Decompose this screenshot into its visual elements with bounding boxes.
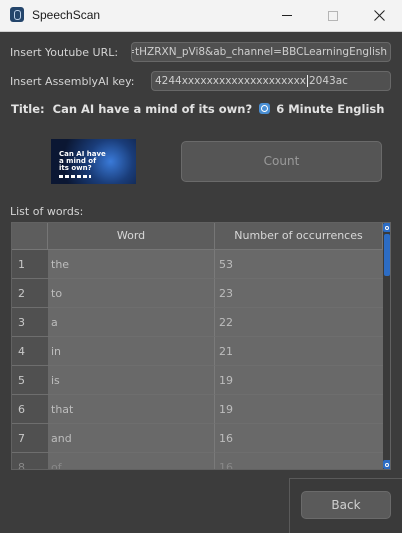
youtube-url-input[interactable]: h?v=tHZRXN_pVi8&ab_channel=BBCLearningEn… — [131, 42, 391, 62]
row-number: 6 — [12, 395, 48, 424]
count-cell[interactable]: 53 — [215, 250, 383, 279]
key-value-start: 4244xxxxxxxxxxxxxxxxxxxx — [155, 75, 306, 87]
count-cell[interactable]: 23 — [215, 279, 383, 308]
count-cell[interactable]: 21 — [215, 337, 383, 366]
row-number: 3 — [12, 308, 48, 337]
word-cell[interactable]: and — [48, 424, 215, 453]
title-label: Title: — [11, 102, 45, 116]
table-row[interactable]: 8 of 16 — [12, 453, 383, 469]
video-title-row: Title: Can AI have a mind of its own? 6 … — [11, 102, 384, 116]
count-button[interactable]: Count — [181, 141, 382, 182]
word-cell[interactable]: to — [48, 279, 215, 308]
table-corner[interactable] — [12, 223, 48, 249]
text-cursor — [307, 75, 308, 87]
column-header-word[interactable]: Word — [48, 223, 215, 249]
minimize-button[interactable] — [264, 0, 310, 31]
row-number: 5 — [12, 366, 48, 395]
word-cell[interactable]: a — [48, 308, 215, 337]
thumbnail-text: Can AI have a mind of its own? — [59, 150, 106, 172]
count-cell[interactable]: 19 — [215, 366, 383, 395]
assemblyai-key-input[interactable]: 4244xxxxxxxxxxxxxxxxxxxx 2043ac — [151, 71, 391, 91]
url-label: Insert Youtube URL: — [10, 46, 119, 59]
clock-emoji-icon — [259, 103, 271, 114]
table-row[interactable]: 4 in 21 — [12, 337, 383, 366]
row-number: 4 — [12, 337, 48, 366]
thumbnail-logo — [59, 175, 91, 178]
youtube-url-value: h?v=tHZRXN_pVi8&ab_channel=BBCLearningEn… — [131, 46, 387, 58]
word-cell[interactable]: the — [48, 250, 215, 279]
column-header-occurrences[interactable]: Number of occurrences — [215, 223, 383, 249]
count-cell[interactable]: 19 — [215, 395, 383, 424]
window-title: SpeechScan — [32, 8, 101, 22]
scroll-down-icon[interactable] — [383, 460, 390, 469]
list-label: List of words: — [10, 205, 84, 218]
count-cell[interactable]: 16 — [215, 424, 383, 453]
word-table[interactable]: Word Number of occurrences 1 the 53 2 to… — [11, 222, 391, 470]
scroll-thumb[interactable] — [384, 234, 390, 276]
table-row[interactable]: 7 and 16 — [12, 424, 383, 453]
count-cell[interactable]: 16 — [215, 453, 383, 469]
app-icon — [10, 7, 24, 22]
row-number: 2 — [12, 279, 48, 308]
table-row[interactable]: 6 that 19 — [12, 395, 383, 424]
scroll-up-icon[interactable] — [383, 223, 390, 232]
video-title-suffix: 6 Minute English — [276, 102, 385, 116]
row-number: 1 — [12, 250, 48, 279]
video-title: Can AI have a mind of its own? — [52, 102, 253, 116]
word-cell[interactable]: is — [48, 366, 215, 395]
back-button[interactable]: Back — [301, 491, 391, 519]
table-header: Word Number of occurrences — [12, 223, 383, 250]
table-row[interactable]: 5 is 19 — [12, 366, 383, 395]
title-bar: SpeechScan — [0, 0, 402, 32]
key-value-end: 2043ac — [309, 75, 348, 87]
word-cell[interactable]: that — [48, 395, 215, 424]
video-thumbnail: Can AI have a mind of its own? — [51, 139, 136, 184]
count-cell[interactable]: 22 — [215, 308, 383, 337]
table-row[interactable]: 3 a 22 — [12, 308, 383, 337]
close-icon — [373, 10, 385, 21]
table-scrollbar[interactable] — [383, 223, 390, 469]
word-cell[interactable]: of — [48, 453, 215, 469]
close-button[interactable] — [356, 0, 402, 31]
table-row[interactable]: 2 to 23 — [12, 279, 383, 308]
row-number: 8 — [12, 453, 48, 469]
maximize-button[interactable] — [310, 0, 356, 31]
word-cell[interactable]: in — [48, 337, 215, 366]
key-label: Insert AssemblyAI key: — [10, 75, 135, 88]
table-row[interactable]: 1 the 53 — [12, 250, 383, 279]
row-number: 7 — [12, 424, 48, 453]
